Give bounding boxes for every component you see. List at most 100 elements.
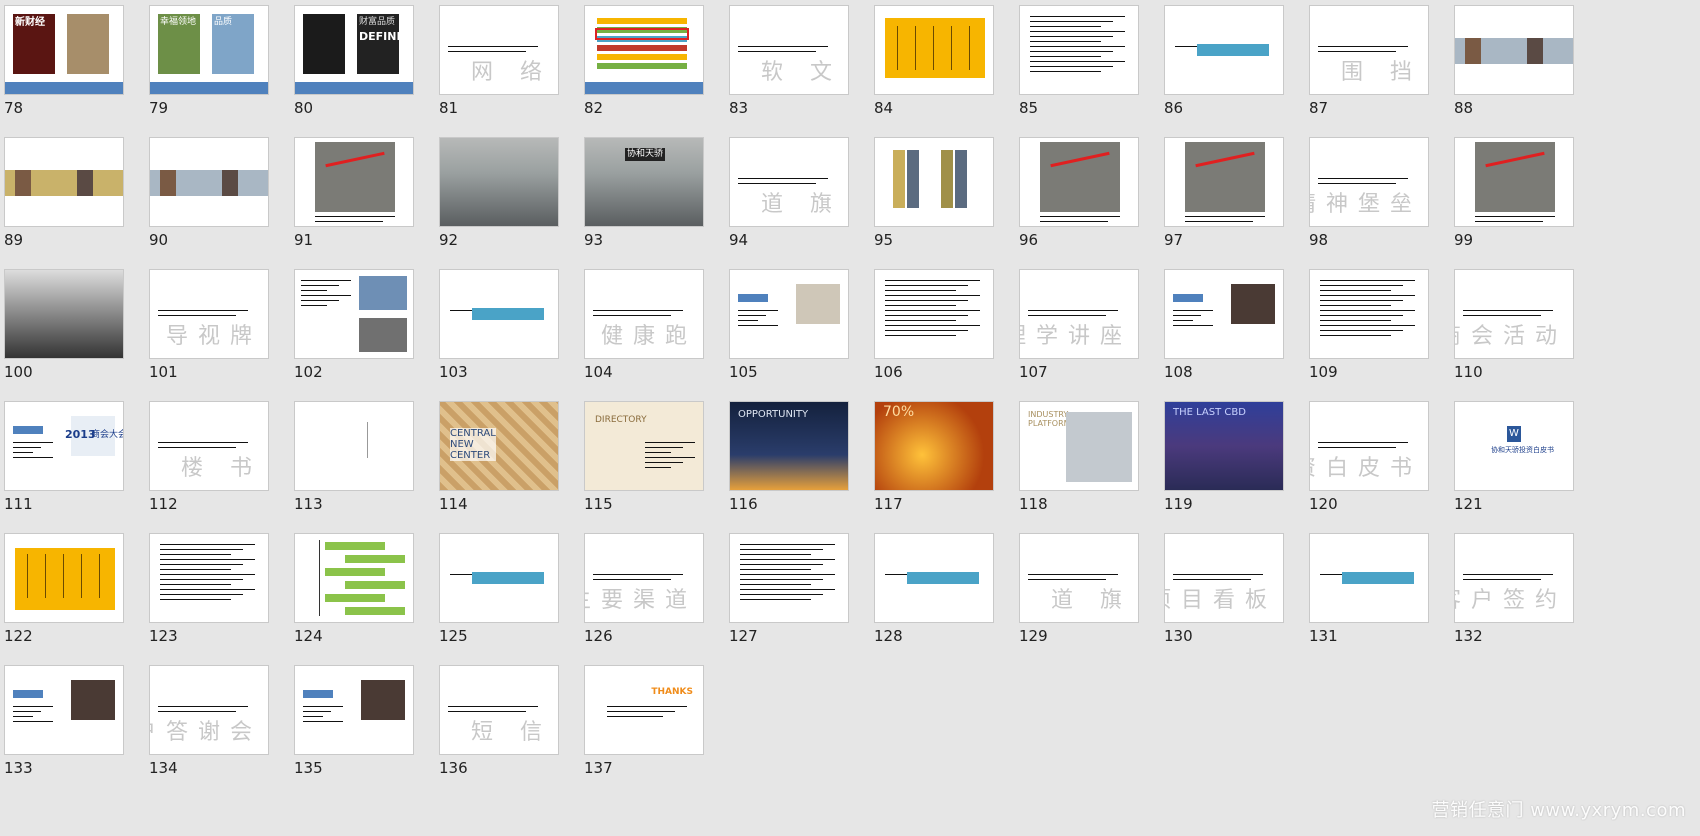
slide-thumbnail[interactable] xyxy=(4,533,124,623)
slide-thumbnail-cell[interactable]: 90 xyxy=(145,132,269,254)
slide-thumbnail-cell[interactable]: 99 xyxy=(1450,132,1574,254)
slide-thumbnail[interactable]: THE LAST CBD xyxy=(1164,401,1284,491)
slide-thumbnail[interactable]: 健康跑 xyxy=(584,269,704,359)
slide-thumbnail[interactable] xyxy=(439,137,559,227)
slide-thumbnail-cell[interactable]: 100 xyxy=(0,264,124,386)
slide-thumbnail[interactable] xyxy=(874,5,994,95)
slide-thumbnail-cell[interactable]: 客户答谢会 134 xyxy=(145,660,269,782)
slide-thumbnail[interactable]: 围 挡 xyxy=(1309,5,1429,95)
slide-thumbnail-cell[interactable]: 道 旗 94 xyxy=(725,132,849,254)
slide-thumbnail-cell[interactable]: 85 xyxy=(1015,0,1139,122)
slide-thumbnail[interactable] xyxy=(874,533,994,623)
slide-thumbnail[interactable]: 导视牌 xyxy=(149,269,269,359)
slide-thumbnail-cell[interactable]: 127 xyxy=(725,528,849,650)
slide-thumbnail-cell[interactable]: 幸福领地 品质 79 xyxy=(145,0,269,122)
slide-thumbnail-cell[interactable]: 128 xyxy=(870,528,994,650)
slide-thumbnail-cell[interactable]: 88 xyxy=(1450,0,1574,122)
slide-thumbnail[interactable] xyxy=(1019,5,1139,95)
slide-thumbnail[interactable] xyxy=(4,665,124,755)
slide-thumbnail-cell[interactable]: 105 xyxy=(725,264,849,386)
slide-thumbnail[interactable]: 项目看板 xyxy=(1164,533,1284,623)
slide-thumbnail[interactable]: DEFINE 财富品质 xyxy=(294,5,414,95)
slide-thumbnail-cell[interactable]: 92 xyxy=(435,132,559,254)
slide-thumbnail[interactable]: 70% xyxy=(874,401,994,491)
slide-thumbnail[interactable]: 客户答谢会 xyxy=(149,665,269,755)
slide-thumbnail[interactable]: 协和天骄 xyxy=(584,137,704,227)
slide-thumbnail-cell[interactable]: 97 xyxy=(1160,132,1284,254)
slide-thumbnail[interactable] xyxy=(874,269,994,359)
slide-thumbnail-cell[interactable]: 113 xyxy=(290,396,414,518)
slide-thumbnail[interactable]: 投资白皮书 xyxy=(1309,401,1429,491)
slide-thumbnail-cell[interactable]: 70% 117 xyxy=(870,396,994,518)
slide-thumbnail[interactable] xyxy=(149,137,269,227)
slide-thumbnail[interactable]: 幸福领地 品质 xyxy=(149,5,269,95)
slide-thumbnail-cell[interactable]: 124 xyxy=(290,528,414,650)
slide-thumbnail[interactable] xyxy=(1164,269,1284,359)
slide-thumbnail[interactable]: INDUSTRY PLATFORM xyxy=(1019,401,1139,491)
slide-thumbnail-cell[interactable]: 围 挡 87 xyxy=(1305,0,1429,122)
slide-thumbnail[interactable] xyxy=(729,269,849,359)
slide-thumbnail[interactable] xyxy=(584,5,704,95)
slide-thumbnail-cell[interactable]: THE LAST CBD 119 xyxy=(1160,396,1284,518)
slide-thumbnail[interactable]: THANKS xyxy=(584,665,704,755)
slide-thumbnail[interactable]: W 协和天骄投资白皮书 xyxy=(1454,401,1574,491)
slide-thumbnail-cell[interactable]: 道 旗 129 xyxy=(1015,528,1139,650)
word-document-icon[interactable]: W xyxy=(1507,426,1521,442)
slide-thumbnail-cell[interactable]: 109 xyxy=(1305,264,1429,386)
slide-thumbnail[interactable]: 主要渠道 xyxy=(584,533,704,623)
slide-thumbnail-cell[interactable]: 106 xyxy=(870,264,994,386)
slide-thumbnail[interactable] xyxy=(294,137,414,227)
slide-thumbnail-cell[interactable]: 新财经 78 xyxy=(0,0,124,122)
slide-thumbnail-cell[interactable]: 健康跑 104 xyxy=(580,264,704,386)
slide-thumbnail-cell[interactable]: 主要渠道 126 xyxy=(580,528,704,650)
slide-thumbnail-cell[interactable]: 精神堡垒 98 xyxy=(1305,132,1429,254)
slide-thumbnail-cell[interactable]: 导视牌 101 xyxy=(145,264,269,386)
slide-thumbnail-cell[interactable]: 82 xyxy=(580,0,704,122)
slide-thumbnail-cell[interactable]: 心理学讲座 107 xyxy=(1015,264,1139,386)
slide-thumbnail-cell[interactable]: INDUSTRY PLATFORM 118 xyxy=(1015,396,1139,518)
slide-thumbnail[interactable]: DIRECTORY xyxy=(584,401,704,491)
slide-thumbnail-cell[interactable]: W 协和天骄投资白皮书 121 xyxy=(1450,396,1574,518)
slide-thumbnail[interactable] xyxy=(439,269,559,359)
slide-thumbnail[interactable] xyxy=(294,401,414,491)
slide-thumbnail-cell[interactable]: 102 xyxy=(290,264,414,386)
slide-thumbnail-cell[interactable]: OPPORTUNITY 116 xyxy=(725,396,849,518)
slide-thumbnail[interactable]: 精神堡垒 xyxy=(1309,137,1429,227)
slide-thumbnail[interactable]: 大客户签约 xyxy=(1454,533,1574,623)
slide-thumbnail-cell[interactable]: 84 xyxy=(870,0,994,122)
slide-thumbnail[interactable] xyxy=(294,533,414,623)
slide-thumbnail[interactable]: 道 旗 xyxy=(729,137,849,227)
slide-thumbnail-cell[interactable]: 96 xyxy=(1015,132,1139,254)
slide-thumbnail[interactable]: 短 信 xyxy=(439,665,559,755)
slide-thumbnail-cell[interactable]: 135 xyxy=(290,660,414,782)
slide-thumbnail-cell[interactable]: DIRECTORY 115 xyxy=(580,396,704,518)
slide-thumbnail[interactable]: 软 文 xyxy=(729,5,849,95)
slide-thumbnail[interactable]: 楼 书 xyxy=(149,401,269,491)
slide-thumbnail[interactable] xyxy=(1309,269,1429,359)
slide-thumbnail-cell[interactable]: 项目看板 130 xyxy=(1160,528,1284,650)
slide-thumbnail-cell[interactable]: 131 xyxy=(1305,528,1429,650)
slide-thumbnail-cell[interactable]: 108 xyxy=(1160,264,1284,386)
slide-thumbnail[interactable] xyxy=(4,269,124,359)
slide-thumbnail-cell[interactable]: 网 络 81 xyxy=(435,0,559,122)
slide-thumbnail-cell[interactable]: 楼 书 112 xyxy=(145,396,269,518)
slide-thumbnail-cell[interactable]: 86 xyxy=(1160,0,1284,122)
slide-thumbnail-cell[interactable]: 123 xyxy=(145,528,269,650)
slide-thumbnail-cell[interactable]: 125 xyxy=(435,528,559,650)
slide-thumbnail[interactable] xyxy=(1164,5,1284,95)
slide-thumbnail[interactable]: CENTRAL NEW CENTER xyxy=(439,401,559,491)
slide-thumbnail[interactable] xyxy=(439,533,559,623)
slide-thumbnail-cell[interactable]: 协和天骄 93 xyxy=(580,132,704,254)
slide-thumbnail-cell[interactable]: 软 文 83 xyxy=(725,0,849,122)
slide-thumbnail[interactable] xyxy=(729,533,849,623)
slide-thumbnail-cell[interactable]: 2013 商会大会 111 xyxy=(0,396,124,518)
slide-thumbnail[interactable]: 商会活动 xyxy=(1454,269,1574,359)
slide-thumbnail[interactable] xyxy=(4,137,124,227)
slide-thumbnail-cell[interactable]: THANKS 137 xyxy=(580,660,704,782)
slide-thumbnail-cell[interactable]: 122 xyxy=(0,528,124,650)
slide-thumbnail-cell[interactable]: 89 xyxy=(0,132,124,254)
slide-thumbnail[interactable] xyxy=(1019,137,1139,227)
slide-thumbnail[interactable] xyxy=(1454,137,1574,227)
slide-thumbnail[interactable] xyxy=(1454,5,1574,95)
slide-thumbnail[interactable]: 2013 商会大会 xyxy=(4,401,124,491)
